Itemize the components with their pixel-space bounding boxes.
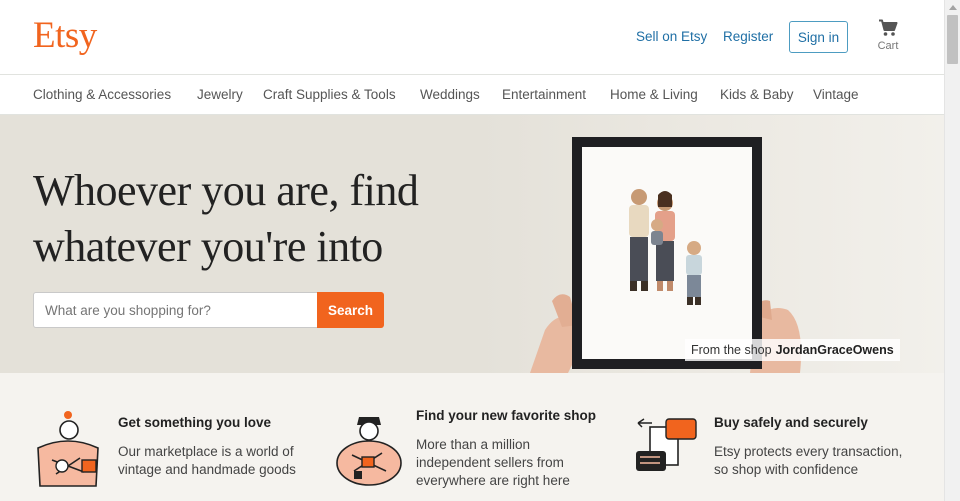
value-prop-text-line: vintage and handmade goods (118, 462, 296, 477)
knitting-person-icon (37, 411, 99, 487)
nav-item-jewelry[interactable]: Jewelry (197, 87, 243, 102)
search-button[interactable]: Search (317, 292, 384, 328)
sell-on-etsy-link[interactable]: Sell on Etsy (636, 29, 707, 44)
nav-item-clothing-accessories[interactable]: Clothing & Accessories (33, 87, 171, 102)
photo-credit-prefix: From the shop (691, 343, 772, 357)
value-prop-text-line: Our marketplace is a world of (118, 444, 294, 459)
etsy-logo[interactable]: Etsy (33, 14, 97, 57)
framed-family-artwork-image (530, 137, 802, 373)
value-prop-text-line: More than a million (416, 437, 531, 452)
sign-in-button[interactable]: Sign in (789, 21, 848, 53)
nav-item-vintage[interactable]: Vintage (813, 87, 859, 102)
cart-label: Cart (877, 40, 899, 52)
nav-item-craft-supplies-tools[interactable]: Craft Supplies & Tools (263, 87, 396, 102)
value-prop-love: Get something you love Our marketplace i… (0, 373, 314, 501)
handshake-package-icon (636, 418, 697, 471)
etsy-homepage: Etsy Sell on Etsy Register Sign in Cart … (0, 0, 944, 501)
scroll-up-arrow-icon[interactable] (949, 5, 957, 10)
hero-headline-line-2: whatever you're into (33, 222, 383, 271)
value-prop-title: Get something you love (118, 415, 272, 430)
value-prop-text: More than a million independent sellers … (416, 436, 570, 490)
hero-headline-line-1: Whoever you are, find (33, 166, 419, 215)
page-scrollbar[interactable] (944, 0, 960, 501)
scrollbar-thumb[interactable] (947, 15, 958, 64)
value-prop-secure: Buy safely and securely Etsy protects ev… (628, 373, 944, 501)
nav-item-home-living[interactable]: Home & Living (610, 87, 698, 102)
artisan-person-icon (336, 417, 402, 486)
value-prop-text-line: independent sellers from (416, 455, 564, 470)
value-prop-text-line: everywhere are right here (416, 473, 570, 488)
nav-item-weddings[interactable]: Weddings (420, 87, 480, 102)
hero-banner: Whoever you are, find whatever you're in… (0, 115, 944, 373)
photo-credit-shop: JordanGraceOwens (775, 343, 894, 357)
value-props: Get something you love Our marketplace i… (0, 373, 944, 501)
nav-item-kids-baby[interactable]: Kids & Baby (720, 87, 794, 102)
value-prop-text: Etsy protects every transaction, so shop… (714, 443, 902, 479)
cart-icon (879, 19, 898, 36)
nav-item-entertainment[interactable]: Entertainment (502, 87, 586, 102)
category-nav: Clothing & Accessories Jewelry Craft Sup… (0, 75, 944, 115)
hero-headline: Whoever you are, find whatever you're in… (33, 163, 493, 275)
register-link[interactable]: Register (723, 29, 773, 44)
value-prop-title: Find your new favorite shop (416, 408, 597, 423)
value-prop-shop: Find your new favorite shop More than a … (314, 373, 628, 501)
value-prop-text-line: so shop with confidence (714, 462, 859, 477)
cart-button[interactable]: Cart (874, 19, 902, 52)
search-input[interactable] (33, 292, 318, 328)
value-prop-text-line: Etsy protects every transaction, (714, 444, 903, 459)
photo-credit[interactable]: From the shop JordanGraceOwens (685, 339, 900, 361)
value-prop-title: Buy safely and securely (714, 415, 868, 430)
value-prop-text: Our marketplace is a world of vintage an… (118, 443, 296, 479)
site-header: Etsy Sell on Etsy Register Sign in Cart (0, 0, 944, 75)
